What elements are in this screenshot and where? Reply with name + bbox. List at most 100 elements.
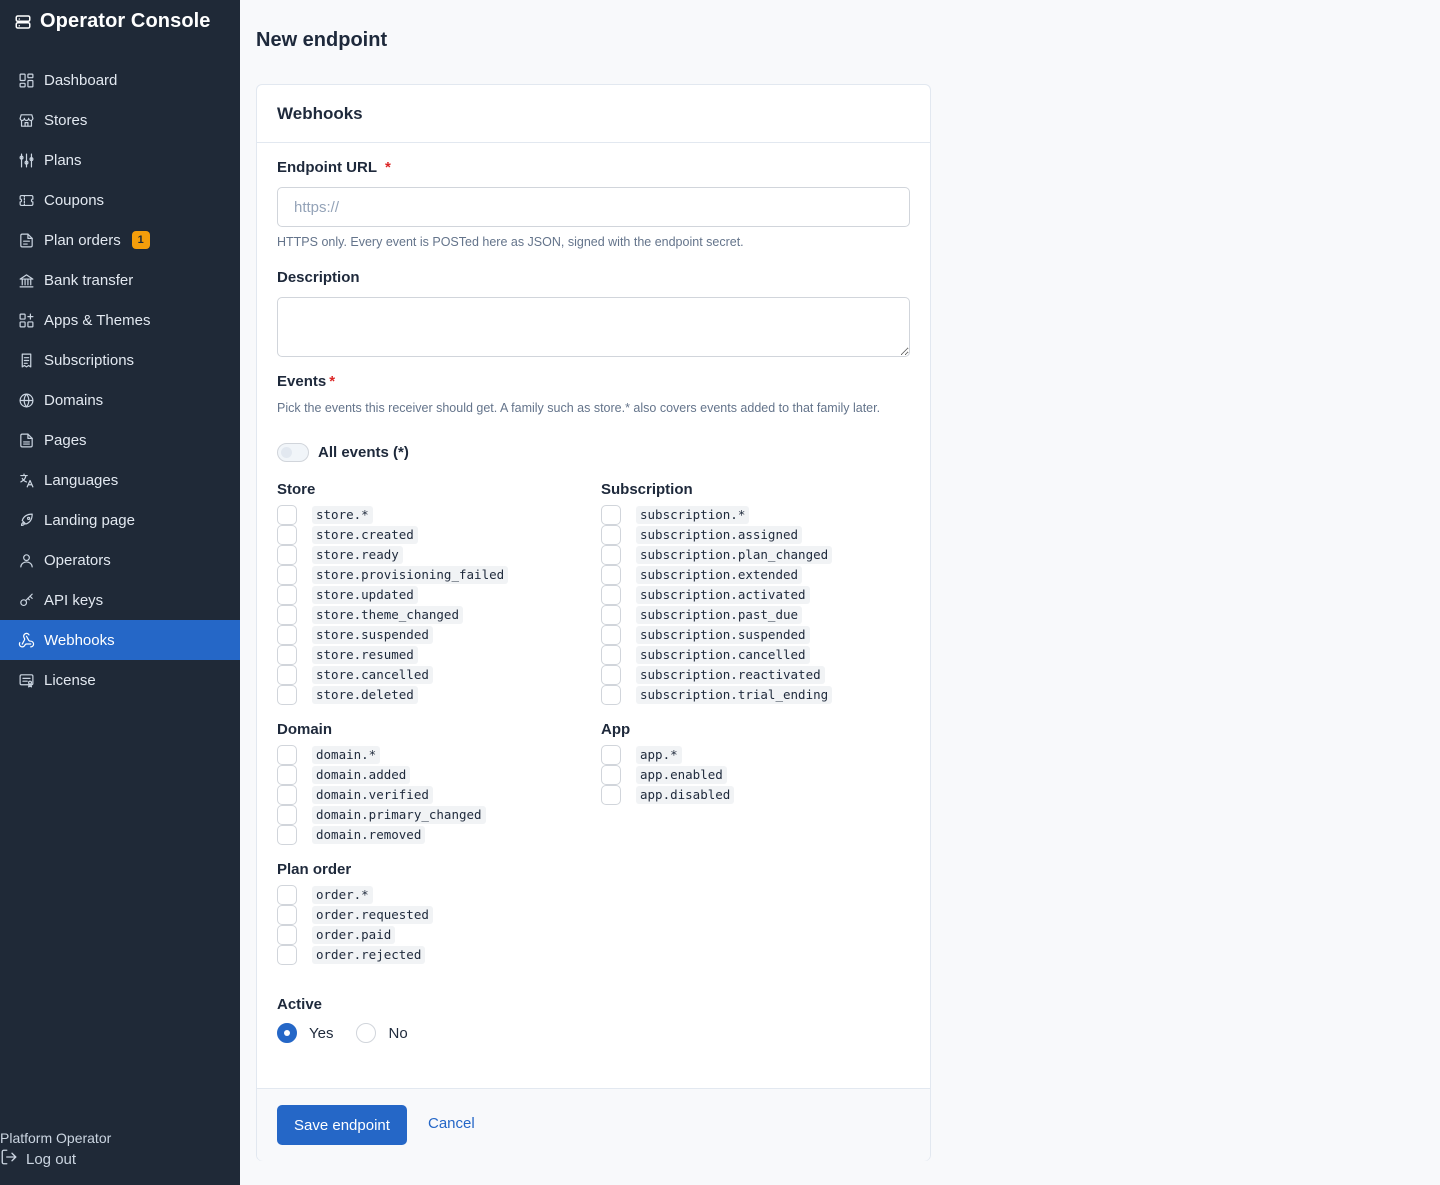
active-yes-label[interactable]: Yes bbox=[309, 1025, 333, 1042]
brand[interactable]: Operator Console bbox=[14, 10, 211, 33]
event-checkbox[interactable] bbox=[277, 945, 297, 965]
event-name[interactable]: app.* bbox=[636, 746, 682, 764]
event-name[interactable]: store.suspended bbox=[312, 626, 433, 644]
logout-link[interactable]: Log out bbox=[0, 1148, 240, 1170]
event-name[interactable]: subscription.past_due bbox=[636, 606, 803, 624]
sidebar-item-license[interactable]: License bbox=[0, 660, 240, 700]
event-name[interactable]: subscription.activated bbox=[636, 586, 810, 604]
sidebar-item-pages[interactable]: Pages bbox=[0, 420, 240, 460]
event-name[interactable]: subscription.reactivated bbox=[636, 666, 825, 684]
sidebar-item-dashboard[interactable]: Dashboard bbox=[0, 60, 240, 100]
event-checkbox[interactable] bbox=[277, 745, 297, 765]
event-checkbox[interactable] bbox=[601, 585, 621, 605]
sidebar-item-operators[interactable]: Operators bbox=[0, 540, 240, 580]
sidebar-item-subscriptions[interactable]: Subscriptions bbox=[0, 340, 240, 380]
event-name[interactable]: store.provisioning_failed bbox=[312, 566, 509, 584]
event-name[interactable]: subscription.assigned bbox=[636, 526, 803, 544]
event-checkbox[interactable] bbox=[277, 625, 297, 645]
event-checkbox[interactable] bbox=[601, 525, 621, 545]
event-name[interactable]: order.paid bbox=[312, 926, 396, 944]
event-checkbox[interactable] bbox=[601, 685, 621, 705]
event-name[interactable]: domain.added bbox=[312, 766, 411, 784]
sidebar-item-languages[interactable]: Languages bbox=[0, 460, 240, 500]
event-checkbox[interactable] bbox=[277, 605, 297, 625]
event-name[interactable]: domain.* bbox=[312, 746, 381, 764]
all-events-toggle[interactable] bbox=[277, 443, 309, 462]
cancel-link[interactable]: Cancel bbox=[428, 1115, 475, 1132]
event-name[interactable]: app.enabled bbox=[636, 766, 727, 784]
event-checkbox[interactable] bbox=[601, 785, 621, 805]
event-name[interactable]: domain.primary_changed bbox=[312, 806, 486, 824]
sidebar-item-plan-orders[interactable]: Plan orders 1 bbox=[0, 220, 240, 260]
event-name[interactable]: subscription.cancelled bbox=[636, 646, 810, 664]
sidebar-item-coupons[interactable]: Coupons bbox=[0, 180, 240, 220]
event-checkbox[interactable] bbox=[277, 565, 297, 585]
event-name[interactable]: store.cancelled bbox=[312, 666, 433, 684]
event-name[interactable]: store.deleted bbox=[312, 686, 418, 704]
count-badge: 1 bbox=[131, 231, 150, 249]
event-checkbox[interactable] bbox=[277, 665, 297, 685]
event-name[interactable]: store.resumed bbox=[312, 646, 418, 664]
sidebar-item-stores[interactable]: Stores bbox=[0, 100, 240, 140]
event-group-domain: Domain domain.* domain.added domain.verifie… bbox=[277, 721, 486, 845]
event-name[interactable]: app.disabled bbox=[636, 786, 735, 804]
sidebar-item-label: Plans bbox=[44, 151, 82, 169]
event-option: subscription.suspended bbox=[601, 625, 832, 645]
event-checkbox[interactable] bbox=[601, 645, 621, 665]
event-checkbox[interactable] bbox=[277, 645, 297, 665]
event-name[interactable]: subscription.* bbox=[636, 506, 750, 524]
sidebar-item-domains[interactable]: Domains bbox=[0, 380, 240, 420]
event-checkbox[interactable] bbox=[601, 625, 621, 645]
event-name[interactable]: store.updated bbox=[312, 586, 418, 604]
event-checkbox[interactable] bbox=[601, 665, 621, 685]
event-checkbox[interactable] bbox=[601, 745, 621, 765]
active-no-label[interactable]: No bbox=[388, 1025, 407, 1042]
sidebar-item-plans[interactable]: Plans bbox=[0, 140, 240, 180]
event-name[interactable]: domain.removed bbox=[312, 826, 426, 844]
globe-icon bbox=[18, 392, 35, 409]
event-name[interactable]: subscription.extended bbox=[636, 566, 803, 584]
sidebar-item-bank-transfer[interactable]: Bank transfer bbox=[0, 260, 240, 300]
user-icon bbox=[18, 552, 35, 569]
event-checkbox[interactable] bbox=[601, 605, 621, 625]
event-name[interactable]: subscription.plan_changed bbox=[636, 546, 833, 564]
event-checkbox[interactable] bbox=[277, 905, 297, 925]
event-checkbox[interactable] bbox=[277, 585, 297, 605]
event-checkbox[interactable] bbox=[277, 805, 297, 825]
event-checkbox[interactable] bbox=[601, 545, 621, 565]
event-name[interactable]: order.requested bbox=[312, 906, 433, 924]
active-no-radio[interactable] bbox=[356, 1023, 377, 1043]
event-checkbox[interactable] bbox=[277, 505, 297, 525]
endpoint-url-input[interactable] bbox=[277, 187, 910, 227]
event-checkbox[interactable] bbox=[277, 885, 297, 905]
event-checkbox[interactable] bbox=[277, 545, 297, 565]
event-name[interactable]: subscription.suspended bbox=[636, 626, 810, 644]
event-checkbox[interactable] bbox=[277, 925, 297, 945]
event-name[interactable]: order.rejected bbox=[312, 946, 426, 964]
event-checkbox[interactable] bbox=[601, 505, 621, 525]
event-name[interactable]: domain.verified bbox=[312, 786, 433, 804]
event-name[interactable]: store.created bbox=[312, 526, 418, 544]
event-name[interactable]: store.* bbox=[312, 506, 373, 524]
description-textarea[interactable] bbox=[277, 297, 910, 357]
event-checkbox[interactable] bbox=[277, 765, 297, 785]
event-name[interactable]: order.* bbox=[312, 886, 373, 904]
endpoint-form-card: Webhooks Endpoint URL * HTTPS only. Ever… bbox=[256, 84, 931, 1161]
event-option: subscription.* bbox=[601, 505, 832, 525]
active-yes-radio[interactable] bbox=[277, 1023, 297, 1043]
event-checkbox[interactable] bbox=[277, 525, 297, 545]
sidebar-item-apps-themes[interactable]: Apps & Themes bbox=[0, 300, 240, 340]
event-checkbox[interactable] bbox=[601, 565, 621, 585]
sidebar-item-landing-page[interactable]: Landing page bbox=[0, 500, 240, 540]
event-name[interactable]: store.ready bbox=[312, 546, 403, 564]
bank-icon bbox=[18, 272, 35, 289]
sidebar-item-webhooks[interactable]: Webhooks bbox=[0, 620, 240, 660]
event-checkbox[interactable] bbox=[601, 765, 621, 785]
event-checkbox[interactable] bbox=[277, 825, 297, 845]
event-checkbox[interactable] bbox=[277, 685, 297, 705]
event-name[interactable]: store.theme_changed bbox=[312, 606, 463, 624]
event-checkbox[interactable] bbox=[277, 785, 297, 805]
sidebar-item-api-keys[interactable]: API keys bbox=[0, 580, 240, 620]
save-endpoint-button[interactable]: Save endpoint bbox=[277, 1105, 407, 1145]
event-name[interactable]: subscription.trial_ending bbox=[636, 686, 833, 704]
